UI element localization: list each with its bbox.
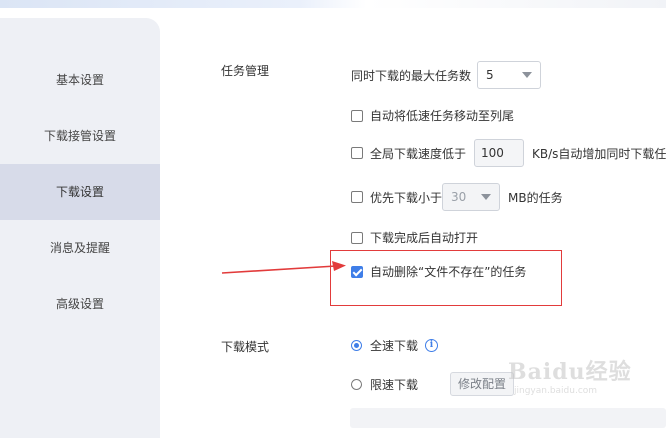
baidu-watermark: Baidu经验 jingyan.baidu.com: [508, 354, 632, 396]
modify-config-button[interactable]: 修改配置: [450, 372, 515, 396]
sidebar-item-basic[interactable]: 基本设置: [0, 52, 160, 108]
small-first-label-pre: 优先下载小于: [370, 190, 443, 205]
download-mode-title: 下载模式: [221, 340, 270, 354]
move-slow-label: 自动将低速任务移动至列尾: [370, 109, 515, 123]
sidebar-item-advanced[interactable]: 高级设置: [0, 276, 160, 332]
auto-open-checkbox[interactable]: [351, 231, 363, 244]
max-tasks-row: 同时下载的最大任务数 5: [351, 61, 542, 89]
limited-speed-row: 限速下载 修改配置: [351, 372, 515, 396]
sidebar-item-notifications[interactable]: 消息及提醒: [0, 220, 160, 276]
max-tasks-value: 5: [486, 68, 494, 82]
limited-speed-label: 限速下载: [370, 377, 419, 392]
sidebar-item-takeover[interactable]: 下载接管设置: [0, 108, 160, 164]
watermark-url: jingyan.baidu.com: [514, 386, 598, 396]
chevron-down-icon: [522, 72, 533, 78]
full-speed-radio[interactable]: [351, 340, 362, 351]
small-first-label-post: MB的任务: [508, 190, 563, 205]
auto-open-label: 下载完成后自动打开: [370, 231, 479, 245]
global-speed-label-pre: 全局下载速度低于: [370, 146, 467, 161]
move-slow-row[interactable]: 自动将低速任务移动至列尾: [351, 107, 514, 124]
full-speed-row[interactable]: 全速下载 i: [351, 337, 439, 354]
max-tasks-label: 同时下载的最大任务数: [351, 68, 472, 83]
watermark-logo: Baidu经验: [508, 359, 632, 385]
limited-speed-radio[interactable]: [351, 378, 362, 390]
small-first-select[interactable]: 30: [442, 183, 501, 211]
settings-sidebar: 基本设置 下载接管设置 下载设置 消息及提醒 高级设置: [0, 18, 160, 438]
sidebar-item-label: 下载接管设置: [43, 129, 116, 143]
small-first-value: 30: [451, 190, 467, 204]
sidebar-item-download[interactable]: 下载设置: [0, 164, 160, 220]
small-first-checkbox[interactable]: [351, 191, 363, 203]
sidebar-item-label: 下载设置: [55, 185, 104, 199]
auto-open-row[interactable]: 下载完成后自动打开: [351, 229, 478, 246]
global-speed-label-post: KB/s自动增加同时下载任: [532, 146, 666, 161]
sidebar-item-label: 高级设置: [55, 297, 104, 311]
full-speed-label: 全速下载: [370, 339, 419, 353]
chevron-down-icon: [481, 194, 492, 200]
task-management-title: 任务管理: [221, 64, 270, 78]
window-top-strip: [0, 0, 666, 8]
global-speed-checkbox[interactable]: [351, 147, 363, 159]
max-tasks-select[interactable]: 5: [477, 61, 542, 89]
annotation-highlight-box: [330, 250, 562, 306]
move-slow-checkbox[interactable]: [351, 109, 363, 122]
sidebar-item-label: 基本设置: [55, 73, 104, 87]
info-icon[interactable]: i: [425, 339, 439, 352]
small-first-row: 优先下载小于 30 MB的任务: [351, 183, 563, 211]
annotation-arrow-icon: [221, 261, 346, 274]
global-speed-input[interactable]: 100: [474, 139, 525, 167]
sidebar-item-label: 消息及提醒: [49, 241, 110, 255]
global-speed-row: 全局下载速度低于 100 KB/s自动增加同时下载任: [351, 139, 666, 167]
limit-config-panel: [350, 408, 666, 428]
